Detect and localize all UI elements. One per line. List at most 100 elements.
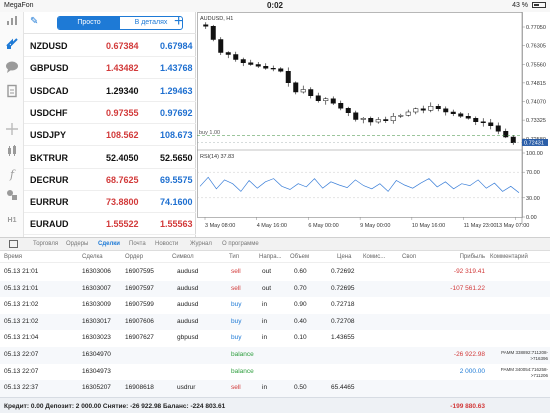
quote-row[interactable]: DECRUR 68.7625 69.5575: [24, 169, 196, 191]
quote-row[interactable]: GBPUSD 1.43482 1.43768: [24, 57, 196, 80]
function-icon[interactable]: f: [3, 166, 21, 184]
table-row[interactable]: 05.13 21:04 16303023 16907627 gbpusd buy in 0.…: [0, 330, 550, 347]
candle-body: [473, 118, 479, 122]
deal-price: 0.72708: [331, 317, 355, 325]
battery-label: 43 %: [512, 2, 529, 9]
trade-icon[interactable]: [3, 14, 21, 32]
order-id: 16907595: [125, 268, 154, 275]
tool-rail: f H1: [0, 12, 24, 237]
time-tick-label: 13 May 07:00: [496, 223, 529, 229]
column-header[interactable]: Цена: [337, 252, 351, 263]
quote-ask: 1.43768: [160, 63, 193, 74]
table-row[interactable]: 05.13 21:01 16303007 16907597 audusd sell out…: [0, 280, 550, 298]
deal-price: 1.43655: [331, 334, 355, 342]
candle-body: [488, 122, 494, 126]
column-header[interactable]: Комментарий: [490, 252, 528, 263]
column-header[interactable]: Время: [4, 252, 22, 263]
deal-symbol: audusd: [177, 284, 199, 292]
terminal-tab[interactable]: Почта: [129, 238, 146, 251]
panel-toggle-icon[interactable]: [9, 240, 18, 248]
candle-body: [293, 82, 299, 93]
column-header[interactable]: Комис...: [363, 252, 385, 263]
document-icon[interactable]: [3, 84, 21, 102]
deal-comment: PAMM 338892:711208->716396: [501, 350, 548, 361]
deal-profit: -26 922.98: [453, 351, 485, 358]
chart-area[interactable]: AUDUSD, H1 RSI(14) 37.83 0.77050 0.76305 0.7…: [197, 12, 550, 237]
table-row[interactable]: 05.13 21:02 16303009 16907599 audusd buy in 0.…: [0, 297, 550, 314]
candle-body: [443, 108, 449, 113]
edit-icon[interactable]: ✎: [30, 16, 38, 27]
terminal-tab[interactable]: Торговля: [33, 238, 58, 251]
quote-row[interactable]: USDCAD 1.29340 1.29463: [24, 80, 196, 102]
deal-volume: 0.70: [294, 284, 307, 292]
crosshair-icon[interactable]: [3, 122, 21, 140]
column-header[interactable]: Напра...: [259, 252, 282, 263]
deal-volume: 0.50: [294, 384, 307, 392]
quote-bid: 1.55522: [106, 219, 139, 230]
terminal-tab[interactable]: Новости: [155, 238, 178, 251]
quote-row[interactable]: NZDUSD 0.67384 0.67984: [24, 35, 196, 57]
status-bar: MegaFon 0:02 43 %: [0, 0, 550, 12]
price-tick-label: 0.77050: [526, 25, 546, 31]
terminal-tab[interactable]: О программе: [222, 238, 259, 251]
candle-body: [300, 89, 306, 93]
table-row[interactable]: 05.13 21:02 16303017 16907606 audusd buy in 0.…: [0, 313, 550, 331]
candle-body: [308, 89, 314, 96]
timeframe-button[interactable]: H1: [3, 212, 21, 230]
column-header[interactable]: Прибыль: [430, 252, 485, 263]
deal-type: sell: [231, 284, 241, 292]
terminal-tab[interactable]: Журнал: [190, 238, 212, 251]
column-header[interactable]: Сделка: [82, 252, 103, 263]
terminal-tab[interactable]: Сделки: [98, 238, 120, 251]
column-header[interactable]: Ордер: [125, 252, 143, 263]
quote-row[interactable]: BKTRUR 52.4050 52.5650: [24, 147, 196, 169]
deal-symbol: gbpusd: [177, 334, 199, 342]
quote-row[interactable]: EURAUD 1.55522 1.55563: [24, 213, 196, 236]
column-header[interactable]: Своп: [402, 252, 416, 263]
deal-type: buy: [231, 301, 242, 309]
deal-time: 05.13 21:04: [4, 334, 39, 342]
quote-row[interactable]: USDCHF 0.97355 0.97692: [24, 102, 196, 124]
deal-price: 0.72692: [331, 268, 355, 275]
terminal-tab[interactable]: Ордеры: [66, 238, 88, 251]
quote-row[interactable]: EURRUR 73.8800 74.1600: [24, 191, 196, 214]
quote-bid: 0.67384: [106, 41, 139, 51]
quote-symbol: NZDUSD: [30, 41, 68, 51]
column-header[interactable]: Символ: [172, 252, 194, 263]
candle-body: [465, 116, 471, 119]
price-tick-label: 0.74815: [526, 81, 546, 87]
quote-symbol: BKTRUR: [30, 152, 68, 163]
chart-canvas[interactable]: AUDUSD, H1 RSI(14) 37.83 0.77050 0.76305 0.7…: [197, 12, 550, 237]
table-row[interactable]: 05.13 21:01 16303006 16907595 audusd sell out…: [0, 264, 550, 281]
quote-bid: 0.97355: [106, 107, 139, 118]
candles-icon[interactable]: [3, 144, 21, 162]
chat-icon[interactable]: [3, 60, 21, 78]
rsi-tick-label: 30.00: [526, 196, 540, 202]
battery-icon: [532, 2, 546, 9]
table-row[interactable]: 05.13 22:07 16304970 balance -26 922.98 PAMM…: [0, 347, 550, 364]
column-header[interactable]: Объем: [290, 252, 309, 263]
deal-price: 0.72695: [331, 284, 355, 292]
candle-body: [285, 71, 291, 83]
column-header[interactable]: Тип: [229, 252, 239, 263]
tab-simple[interactable]: Просто: [58, 17, 120, 29]
quote-symbol: EURRUR: [30, 197, 69, 208]
quote-row[interactable]: USDJPY 108.562 108.673: [24, 124, 196, 147]
candle-body: [270, 68, 276, 70]
candle-body: [390, 116, 396, 121]
candle-body: [225, 52, 231, 55]
shapes-icon[interactable]: [3, 188, 21, 206]
add-symbol-icon[interactable]: +: [174, 13, 183, 31]
candle-body: [420, 108, 426, 111]
table-row[interactable]: 05.13 22:07 16304973 balance 2 000.00 PAMM 3…: [0, 364, 550, 381]
tab-details[interactable]: В деталях: [120, 17, 182, 29]
candle-body: [210, 26, 216, 40]
deal-type: balance: [231, 367, 254, 375]
candle-body: [345, 108, 351, 113]
accounts-icon[interactable]: [3, 36, 21, 54]
quote-symbol: USDCHF: [30, 107, 68, 118]
table-row[interactable]: 05.13 22:37 16305207 16908618 usdrur sell in 0…: [0, 380, 550, 397]
terminal-panel: Торговля Ордеры Сделки Почта Новости Журнал О …: [0, 237, 550, 413]
deal-time: 05.13 22:07: [4, 367, 39, 375]
deal-id: 16303007: [82, 284, 111, 292]
